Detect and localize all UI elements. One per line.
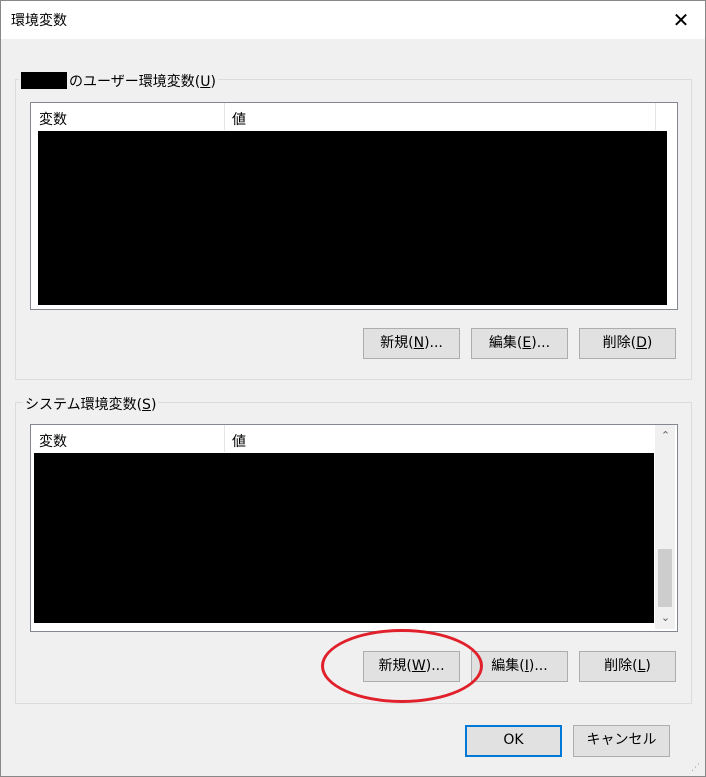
- list-header: 変数 値: [31, 103, 677, 130]
- user-variables-list[interactable]: 変数 値: [30, 102, 678, 310]
- environment-variables-dialog: 環境変数 ✕ のユーザー環境変数(U) 変数 値 新規(N)... 編集(E).…: [0, 0, 706, 777]
- column-header-variable[interactable]: 変数: [39, 431, 67, 451]
- close-icon[interactable]: ✕: [669, 9, 693, 31]
- column-divider[interactable]: [655, 103, 656, 130]
- user-delete-button[interactable]: 削除(D): [579, 328, 676, 359]
- system-edit-button[interactable]: 編集(I)...: [471, 651, 568, 682]
- vertical-scrollbar[interactable]: ⌃ ⌄: [655, 425, 675, 629]
- column-divider[interactable]: [224, 103, 225, 130]
- user-variables-label: のユーザー環境変数(U): [19, 71, 218, 91]
- window-title: 環境変数: [11, 13, 67, 29]
- cancel-button[interactable]: キャンセル: [573, 725, 670, 757]
- column-header-variable[interactable]: 変数: [39, 109, 67, 129]
- user-new-button[interactable]: 新規(N)...: [363, 328, 460, 359]
- scrollbar-thumb[interactable]: [658, 549, 672, 607]
- system-new-button[interactable]: 新規(W)...: [363, 651, 460, 682]
- user-edit-button[interactable]: 編集(E)...: [471, 328, 568, 359]
- redacted-username: [21, 72, 67, 89]
- system-delete-button[interactable]: 削除(L): [579, 651, 676, 682]
- redacted-user-variable-rows[interactable]: [38, 131, 667, 305]
- column-divider[interactable]: [224, 425, 225, 452]
- ok-button[interactable]: OK: [465, 725, 562, 757]
- system-variables-list[interactable]: 変数 値 ⌃ ⌄: [30, 424, 678, 632]
- resize-grip-icon[interactable]: ⋰: [691, 762, 703, 774]
- column-header-value[interactable]: 値: [232, 431, 246, 451]
- redacted-system-variable-rows[interactable]: [34, 453, 654, 623]
- system-variables-label: システム環境変数(S): [23, 394, 159, 414]
- list-header: 変数 値: [31, 425, 655, 452]
- title-bar: 環境変数 ✕: [1, 1, 705, 39]
- scroll-down-icon[interactable]: ⌄: [657, 609, 674, 626]
- column-header-value[interactable]: 値: [232, 109, 246, 129]
- scroll-up-icon[interactable]: ⌃: [657, 427, 674, 444]
